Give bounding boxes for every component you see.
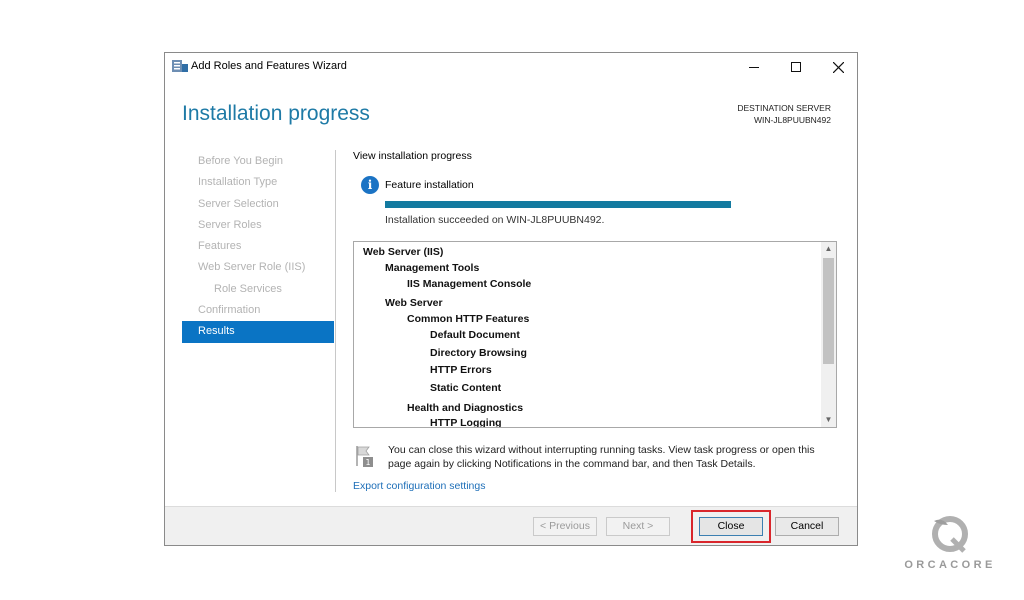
nav-item-role-services[interactable]: Role Services (182, 279, 334, 300)
result-item: Management Tools (385, 262, 480, 274)
nav-item-server-selection[interactable]: Server Selection (182, 194, 334, 215)
result-item: Directory Browsing (430, 347, 527, 359)
title-bar: Add Roles and Features Wizard (165, 53, 857, 81)
result-item: HTTP Errors (430, 364, 492, 376)
nav-item-server-roles[interactable]: Server Roles (182, 215, 334, 236)
destination-label: DESTINATION SERVER (737, 103, 831, 113)
progress-bar (385, 201, 731, 208)
nav-item-confirmation[interactable]: Confirmation (182, 300, 334, 321)
scrollbar-thumb[interactable] (823, 258, 834, 364)
previous-button[interactable]: < Previous (533, 517, 597, 536)
result-item: Health and Diagnostics (407, 402, 524, 414)
minimize-icon (749, 67, 759, 68)
close-window-button[interactable] (817, 53, 859, 81)
page-title: Installation progress (182, 102, 370, 125)
maximize-icon (791, 62, 801, 72)
maximize-button[interactable] (775, 53, 817, 81)
divider (335, 150, 336, 492)
wizard-window: Add Roles and Features Wizard Installati… (164, 52, 858, 546)
scroll-down-icon[interactable]: ▼ (821, 413, 836, 427)
export-settings-link[interactable]: Export configuration settings (353, 480, 486, 492)
close-icon (832, 61, 844, 73)
svg-text:1: 1 (365, 458, 370, 467)
destination-server-name: WIN-JL8PUUBN492 (754, 115, 831, 125)
wizard-footer: < Previous Next > Close Cancel (165, 506, 857, 545)
cancel-button[interactable]: Cancel (775, 517, 839, 536)
scrollbar[interactable]: ▲ ▼ (821, 242, 836, 427)
nav-item-results[interactable]: Results (182, 321, 334, 343)
scroll-up-icon[interactable]: ▲ (821, 242, 836, 256)
orca-logo-icon (932, 516, 968, 553)
result-item: Web Server (IIS) (363, 246, 444, 258)
info-icon: i (361, 176, 379, 194)
next-button[interactable]: Next > (606, 517, 670, 536)
minimize-button[interactable] (733, 53, 775, 81)
status-text: Installation succeeded on WIN-JL8PUUBN49… (385, 214, 605, 226)
result-item: Common HTTP Features (407, 313, 530, 325)
result-item: Default Document (430, 329, 520, 341)
result-item: Web Server (385, 297, 443, 309)
server-manager-icon (172, 60, 188, 72)
watermark-text: ORCACORE (904, 559, 996, 571)
nav-item-web-server-role[interactable]: Web Server Role (IIS) (182, 257, 334, 278)
close-button[interactable]: Close (699, 517, 763, 536)
window-title: Add Roles and Features Wizard (191, 60, 347, 72)
content-heading: View installation progress (353, 150, 472, 162)
result-item: Static Content (430, 382, 502, 394)
results-list[interactable]: Web Server (IIS) Management Tools IIS Ma… (353, 241, 837, 428)
nav-item-features[interactable]: Features (182, 236, 334, 257)
flag-notification-icon: 1 (356, 446, 373, 467)
close-note: You can close this wizard without interr… (388, 444, 815, 470)
result-item: IIS Management Console (407, 278, 532, 290)
result-item: HTTP Logging (430, 417, 502, 428)
watermark-logo: ORCACORE (903, 515, 997, 575)
progress-fill (385, 201, 731, 208)
nav-item-before-you-begin[interactable]: Before You Begin (182, 151, 334, 172)
destination-server: DESTINATION SERVER WIN-JL8PUUBN492 (737, 102, 831, 126)
wizard-nav: Before You Begin Installation Type Serve… (182, 151, 334, 343)
feature-installation-label: Feature installation (385, 179, 474, 191)
nav-item-installation-type[interactable]: Installation Type (182, 172, 334, 193)
